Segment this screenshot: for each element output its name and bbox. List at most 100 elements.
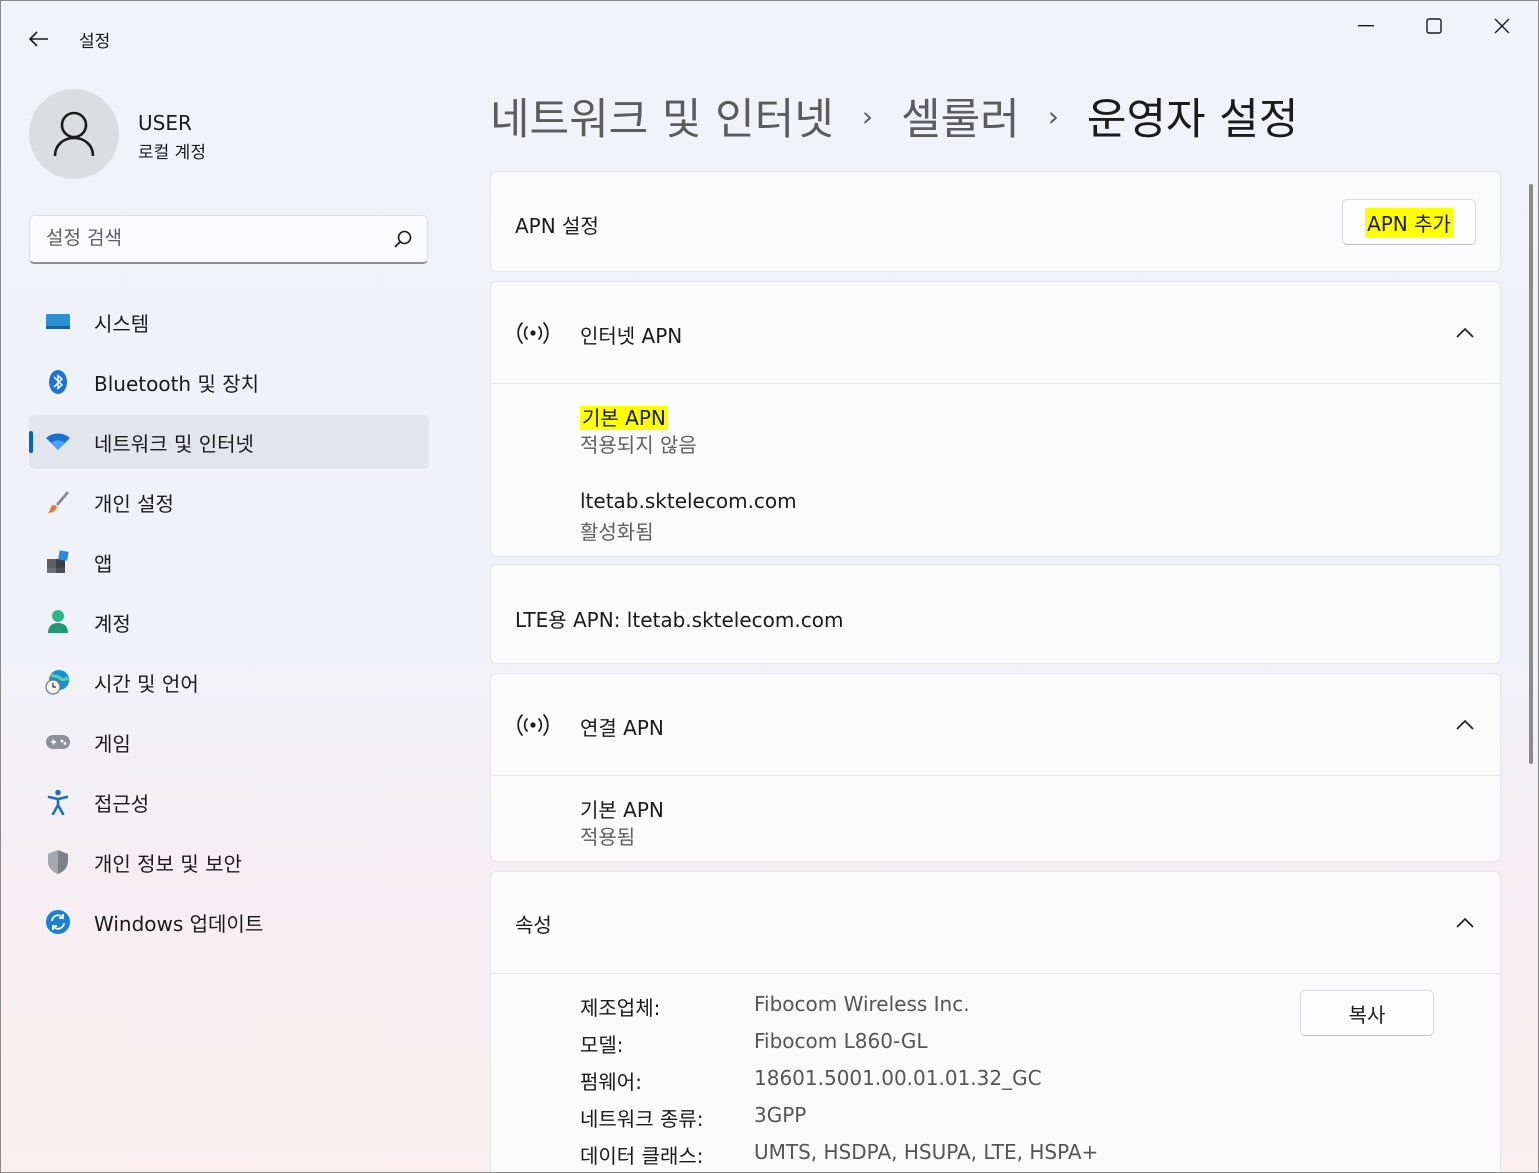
brush-icon xyxy=(45,489,71,515)
apn-entry-status: 적용되지 않음 xyxy=(580,433,697,457)
sidebar-item-accounts[interactable]: 계정 xyxy=(29,595,429,649)
antenna-signal-icon xyxy=(517,322,549,344)
sidebar-item-privacy[interactable]: 개인 정보 및 보안 xyxy=(29,835,429,889)
chevron-up-icon[interactable] xyxy=(1454,714,1476,736)
apn-entry-name: ltetab.sktelecom.com xyxy=(580,489,797,513)
search-input[interactable] xyxy=(30,216,370,260)
property-value: 18601.5001.00.01.01.32_GC xyxy=(754,1066,1042,1090)
apps-icon xyxy=(45,549,71,575)
close-icon xyxy=(1494,18,1510,34)
gamepad-icon xyxy=(45,729,71,755)
list-item[interactable]: 기본 APN 적용됨 xyxy=(491,776,1500,862)
page-title: 운영자 설정 xyxy=(1086,95,1299,145)
maximize-button[interactable] xyxy=(1411,9,1457,43)
shield-icon xyxy=(45,849,71,875)
internet-apn-header[interactable]: 인터넷 APN xyxy=(491,282,1500,383)
lte-apn-text: LTE용 APN: ltetab.sktelecom.com xyxy=(515,608,844,632)
apn-entry-name: 기본 APN xyxy=(580,798,664,822)
property-value: 3GPP xyxy=(754,1103,807,1127)
properties-card: 속성 복사 제조업체: Fibocom Wireless Inc. 모델: Fi… xyxy=(490,871,1501,1172)
minimize-button[interactable] xyxy=(1343,9,1389,43)
sidebar-item-apps[interactable]: 앱 xyxy=(29,535,429,589)
wifi-icon xyxy=(45,429,71,455)
property-label: 데이터 클래스: xyxy=(580,1144,704,1168)
sidebar-item-bluetooth[interactable]: Bluetooth 및 장치 xyxy=(29,355,429,409)
sidebar-item-label: 시간 및 언어 xyxy=(94,671,199,696)
sidebar-item-label: 시스템 xyxy=(94,311,150,336)
account-type: 로컬 계정 xyxy=(138,143,206,163)
property-label: 네트워크 종류: xyxy=(580,1107,704,1131)
property-value: UMTS, HSDPA, HSUPA, LTE, HSPA+ xyxy=(754,1140,1099,1164)
antenna-signal-icon xyxy=(517,714,549,736)
list-item[interactable]: 기본 APN 적용되지 않음 xyxy=(491,384,1500,470)
sidebar-item-gaming[interactable]: 게임 xyxy=(29,715,429,769)
user-icon xyxy=(53,111,95,157)
account-icon xyxy=(45,609,71,635)
sidebar-item-network[interactable]: 네트워크 및 인터넷 xyxy=(29,415,429,469)
sidebar-item-label: 개인 정보 및 보안 xyxy=(94,851,242,876)
property-label: 펌웨어: xyxy=(580,1070,642,1094)
sidebar-item-label: 게임 xyxy=(94,731,131,756)
attach-apn-header[interactable]: 연결 APN xyxy=(491,674,1500,775)
close-button[interactable] xyxy=(1479,9,1525,43)
properties-title: 속성 xyxy=(515,913,552,937)
add-apn-button[interactable]: APN 추가 xyxy=(1342,199,1476,245)
breadcrumb-separator: › xyxy=(1047,99,1059,133)
property-value: Fibocom Wireless Inc. xyxy=(754,992,970,1016)
sidebar-item-personalization[interactable]: 개인 설정 xyxy=(29,475,429,529)
breadcrumb-separator: › xyxy=(861,99,874,133)
sidebar-item-label: 접근성 xyxy=(94,791,150,816)
title-bar: 설정 xyxy=(1,1,1538,73)
sidebar-item-label: 앱 xyxy=(94,551,113,576)
accessibility-icon xyxy=(45,789,71,815)
breadcrumb-network[interactable]: 네트워크 및 인터넷 xyxy=(490,85,834,147)
add-apn-label: APN 추가 xyxy=(1365,207,1453,237)
bluetooth-icon xyxy=(45,369,71,395)
avatar[interactable] xyxy=(29,89,119,179)
chevron-up-icon[interactable] xyxy=(1454,912,1476,934)
attach-apn-card: 연결 APN 기본 APN 적용됨 xyxy=(490,673,1501,862)
app-title: 설정 xyxy=(79,32,111,52)
search-icon[interactable] xyxy=(393,229,413,249)
back-arrow-icon xyxy=(29,31,48,47)
list-item[interactable]: ltetab.sktelecom.com 활성화됨 xyxy=(491,470,1500,556)
apn-entry-status: 활성화됨 xyxy=(580,520,654,544)
apn-settings-card: APN 설정 APN 추가 xyxy=(490,171,1501,272)
sidebar-item-label: 계정 xyxy=(94,611,131,636)
maximize-icon xyxy=(1426,18,1442,34)
user-name: USER xyxy=(138,111,192,135)
sidebar-item-system[interactable]: 시스템 xyxy=(29,295,429,349)
update-icon xyxy=(45,909,71,935)
apn-entry-name: 기본 APN xyxy=(580,406,668,430)
property-label: 제조업체: xyxy=(580,996,661,1020)
sidebar-nav: 시스템 Bluetooth 및 장치 네트워크 및 인터넷 개인 설정 앱 계정… xyxy=(29,295,429,955)
scrollbar[interactable] xyxy=(1529,184,1533,764)
sidebar-item-time-language[interactable]: 시간 및 언어 xyxy=(29,655,429,709)
divider xyxy=(491,973,1500,974)
sidebar-item-accessibility[interactable]: 접근성 xyxy=(29,775,429,829)
internet-apn-card: 인터넷 APN 기본 APN 적용되지 않음 ltetab.sktelecom.… xyxy=(490,281,1501,557)
minimize-icon xyxy=(1358,25,1374,27)
breadcrumb-cellular[interactable]: 셀룰러 xyxy=(901,85,1020,147)
properties-header[interactable]: 속성 xyxy=(491,872,1500,973)
property-label: 모델: xyxy=(580,1033,624,1057)
sidebar-item-label: Windows 업데이트 xyxy=(94,911,264,936)
globe-clock-icon xyxy=(45,669,71,695)
settings-window: 설정 USER 로컬 계정 시스템 Bluetooth xyxy=(0,0,1539,1173)
search-box[interactable] xyxy=(29,215,428,264)
back-button[interactable] xyxy=(23,23,55,55)
sidebar-item-windows-update[interactable]: Windows 업데이트 xyxy=(29,895,429,949)
apn-entry-status: 적용됨 xyxy=(580,825,636,849)
property-value: Fibocom L860-GL xyxy=(754,1029,928,1053)
system-icon xyxy=(45,309,71,335)
attach-apn-title: 연결 APN xyxy=(580,716,664,740)
sidebar-item-label: Bluetooth 및 장치 xyxy=(94,371,260,396)
copy-button[interactable]: 복사 xyxy=(1300,990,1434,1036)
chevron-up-icon[interactable] xyxy=(1454,322,1476,344)
sidebar-item-label: 네트워크 및 인터넷 xyxy=(94,431,254,456)
lte-apn-card: LTE용 APN: ltetab.sktelecom.com xyxy=(490,564,1501,664)
sidebar-item-label: 개인 설정 xyxy=(94,491,174,516)
internet-apn-title: 인터넷 APN xyxy=(580,324,683,348)
breadcrumb: 네트워크 및 인터넷 › 셀룰러 › 운영자 설정 xyxy=(490,85,1298,147)
apn-settings-title: APN 설정 xyxy=(515,214,599,238)
